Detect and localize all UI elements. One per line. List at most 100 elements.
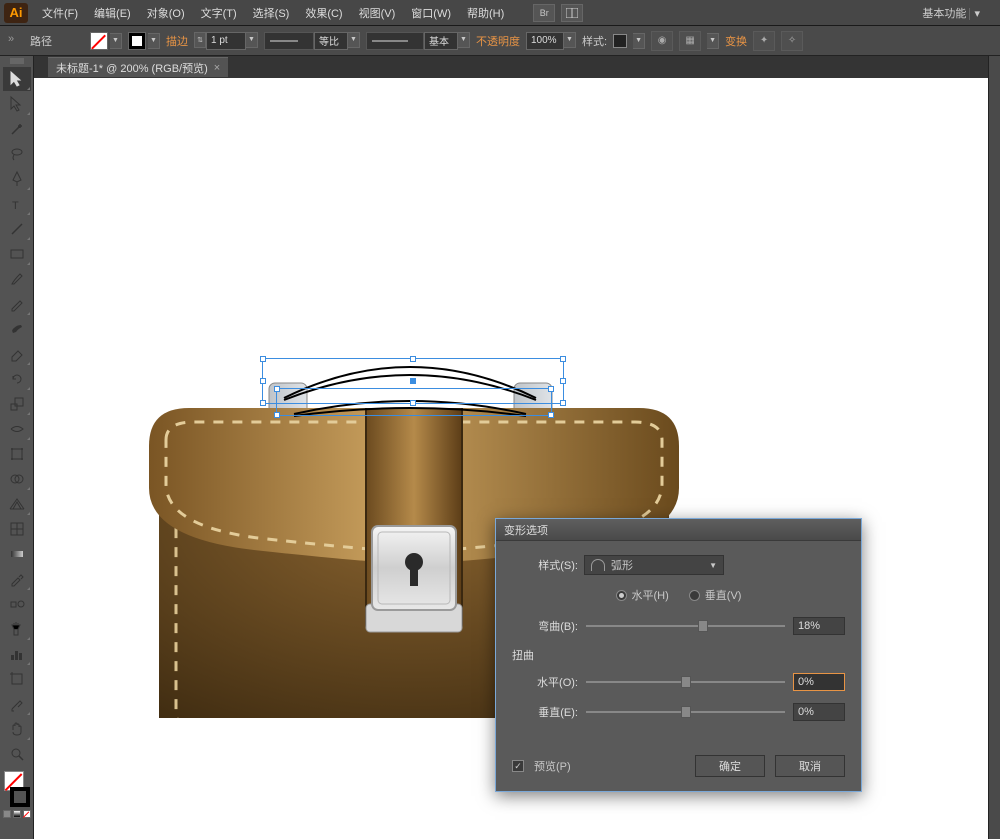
stroke-swatch[interactable] bbox=[128, 32, 146, 50]
shape-builder-tool[interactable] bbox=[3, 467, 31, 491]
radio-dot-icon bbox=[689, 590, 700, 601]
stroke-weight-dropdown[interactable]: ▼ bbox=[246, 32, 258, 48]
warp-style-value: 弧形 bbox=[611, 557, 633, 573]
opacity-label[interactable]: 不透明度 bbox=[476, 33, 520, 49]
gradient-tool[interactable] bbox=[3, 542, 31, 566]
app-logo: Ai bbox=[4, 3, 28, 23]
close-tab-icon[interactable]: × bbox=[214, 62, 220, 74]
lasso-tool[interactable] bbox=[3, 142, 31, 166]
magic-wand-tool[interactable] bbox=[3, 117, 31, 141]
preview-checkbox[interactable]: ✓ bbox=[512, 760, 524, 772]
menu-window[interactable]: 窗口(W) bbox=[403, 2, 459, 24]
menu-view[interactable]: 视图(V) bbox=[351, 2, 404, 24]
graphic-style-swatch[interactable] bbox=[613, 34, 627, 48]
bend-slider[interactable] bbox=[586, 625, 785, 627]
eyedropper-tool[interactable] bbox=[3, 567, 31, 591]
orientation-vertical-radio[interactable]: 垂直(V) bbox=[689, 587, 742, 603]
arc-icon bbox=[591, 559, 605, 571]
bridge-button[interactable]: Br bbox=[533, 4, 555, 22]
line-segment-tool[interactable] bbox=[3, 217, 31, 241]
menu-select[interactable]: 选择(S) bbox=[245, 2, 298, 24]
menu-help[interactable]: 帮助(H) bbox=[459, 2, 512, 24]
variable-width-profile[interactable] bbox=[264, 32, 314, 50]
opacity-field[interactable]: 100% bbox=[526, 32, 564, 50]
width-tool[interactable] bbox=[3, 417, 31, 441]
slider-thumb[interactable] bbox=[681, 706, 691, 718]
dialog-titlebar[interactable]: 变形选项 bbox=[496, 519, 861, 541]
distort-h-slider[interactable] bbox=[586, 681, 785, 683]
warp-style-select[interactable]: 弧形 ▼ bbox=[584, 555, 724, 575]
distort-v-value-field[interactable]: 0% bbox=[793, 703, 845, 721]
toolbar-grip[interactable] bbox=[10, 58, 24, 64]
align-panel-icon[interactable]: ▦ bbox=[679, 31, 701, 51]
stroke-weight-field[interactable]: 1 pt bbox=[206, 32, 246, 50]
paintbrush-tool[interactable] bbox=[3, 267, 31, 291]
distort-v-label: 垂直(E): bbox=[512, 704, 578, 720]
artboard-tool[interactable] bbox=[3, 667, 31, 691]
pen-tool[interactable] bbox=[3, 167, 31, 191]
slider-thumb[interactable] bbox=[681, 676, 691, 688]
ok-button[interactable]: 确定 bbox=[695, 755, 765, 777]
column-graph-tool[interactable] bbox=[3, 642, 31, 666]
rotate-tool[interactable] bbox=[3, 367, 31, 391]
style-field-label: 样式(S): bbox=[512, 557, 578, 573]
selection-tool[interactable] bbox=[3, 67, 31, 91]
stroke-dropdown[interactable]: ▼ bbox=[148, 33, 160, 49]
fill-stroke-indicator[interactable] bbox=[2, 771, 32, 807]
direct-selection-tool[interactable] bbox=[3, 92, 31, 116]
free-transform-tool[interactable] bbox=[3, 442, 31, 466]
slider-thumb[interactable] bbox=[698, 620, 708, 632]
collapsed-panels-strip[interactable] bbox=[988, 56, 1000, 839]
bend-value-field[interactable]: 18% bbox=[793, 617, 845, 635]
fill-swatch[interactable] bbox=[90, 32, 108, 50]
distort-v-slider[interactable] bbox=[586, 711, 785, 713]
expand-panels-icon[interactable]: » bbox=[8, 33, 24, 49]
eraser-tool[interactable] bbox=[3, 342, 31, 366]
brush-definition[interactable] bbox=[366, 32, 424, 50]
isolate-icon[interactable]: ✦ bbox=[753, 31, 775, 51]
stroke-indicator[interactable] bbox=[10, 787, 30, 807]
transform-label[interactable]: 变换 bbox=[725, 33, 747, 49]
zoom-tool[interactable] bbox=[3, 742, 31, 766]
blend-tool[interactable] bbox=[3, 592, 31, 616]
menu-object[interactable]: 对象(O) bbox=[139, 2, 193, 24]
slice-tool[interactable] bbox=[3, 692, 31, 716]
rectangle-tool[interactable] bbox=[3, 242, 31, 266]
symbol-sprayer-tool[interactable] bbox=[3, 617, 31, 641]
orientation-horizontal-radio[interactable]: 水平(H) bbox=[616, 587, 669, 603]
menu-file[interactable]: 文件(F) bbox=[34, 2, 86, 24]
type-tool[interactable]: T bbox=[3, 192, 31, 216]
document-tab[interactable]: 未标题-1* @ 200% (RGB/预览) × bbox=[48, 57, 228, 77]
profile-dropdown[interactable]: ▼ bbox=[348, 32, 360, 48]
hand-tool[interactable] bbox=[3, 717, 31, 741]
menu-type[interactable]: 文字(T) bbox=[193, 2, 245, 24]
recolor-artwork-icon[interactable]: ◉ bbox=[651, 31, 673, 51]
fill-dropdown[interactable]: ▼ bbox=[110, 33, 122, 49]
scale-tool[interactable] bbox=[3, 392, 31, 416]
radio-dot-icon bbox=[616, 590, 627, 601]
style-label: 样式: bbox=[582, 33, 607, 49]
mesh-tool[interactable] bbox=[3, 517, 31, 541]
chevron-down-icon: ▼ bbox=[709, 561, 717, 570]
menu-edit[interactable]: 编辑(E) bbox=[86, 2, 139, 24]
workspace-switcher[interactable]: 基本功能 ▾ bbox=[906, 5, 996, 21]
bend-label: 弯曲(B): bbox=[512, 618, 578, 634]
blob-brush-tool[interactable] bbox=[3, 317, 31, 341]
align-dropdown[interactable]: ▼ bbox=[707, 33, 719, 49]
pencil-tool[interactable] bbox=[3, 292, 31, 316]
distortion-section-label: 扭曲 bbox=[512, 647, 845, 663]
color-mode-buttons[interactable] bbox=[3, 810, 31, 818]
brush-dropdown[interactable]: ▼ bbox=[458, 32, 470, 48]
object-type-label: 路径 bbox=[30, 33, 52, 49]
select-similar-icon[interactable]: ✧ bbox=[781, 31, 803, 51]
stroke-weight-stepper[interactable]: ⇅ bbox=[194, 32, 206, 48]
menu-effect[interactable]: 效果(C) bbox=[297, 2, 350, 24]
cancel-button[interactable]: 取消 bbox=[775, 755, 845, 777]
profile-uniform-label: 等比 bbox=[314, 32, 348, 50]
style-dropdown[interactable]: ▼ bbox=[633, 33, 645, 49]
arrange-documents-button[interactable] bbox=[561, 4, 583, 22]
opacity-dropdown[interactable]: ▼ bbox=[564, 32, 576, 48]
distort-h-value-field[interactable]: 0% bbox=[793, 673, 845, 691]
perspective-grid-tool[interactable] bbox=[3, 492, 31, 516]
stroke-label[interactable]: 描边 bbox=[166, 33, 188, 49]
